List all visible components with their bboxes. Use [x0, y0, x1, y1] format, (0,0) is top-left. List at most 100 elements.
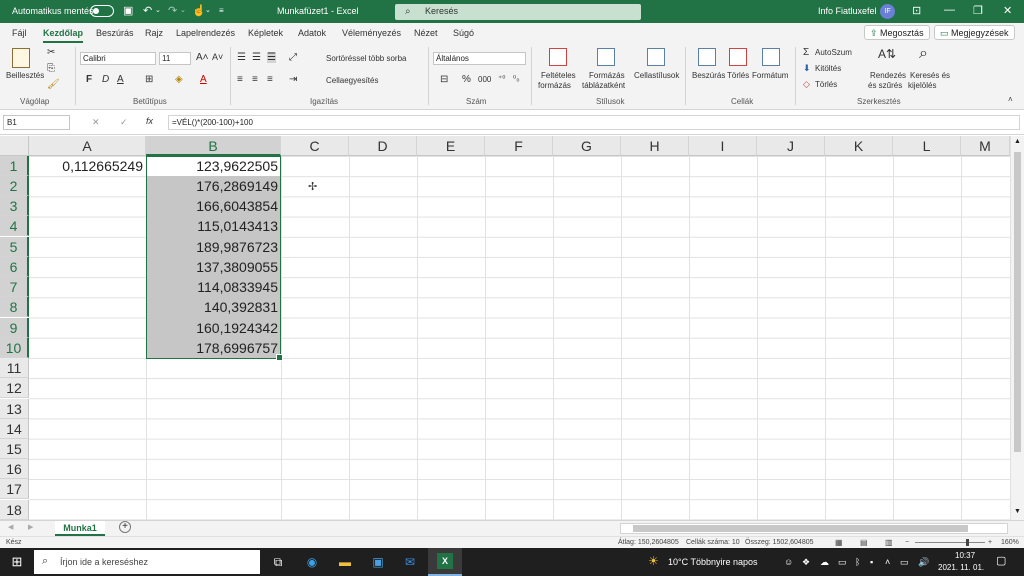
touch-mode-icon[interactable]: ☝ — [192, 4, 206, 18]
normal-view-icon[interactable]: ▦ — [835, 538, 843, 547]
cell-b2[interactable]: 176,2869149 — [146, 176, 281, 196]
user-name[interactable]: Info Fiatluxefel — [818, 6, 877, 16]
thousands-button[interactable]: 000 — [478, 75, 491, 84]
column-header-e[interactable]: E — [417, 136, 485, 156]
row-header-16[interactable]: 16 — [0, 459, 29, 479]
column-header-l[interactable]: L — [893, 136, 961, 156]
store-icon[interactable]: ▣ — [368, 552, 388, 572]
comments-button[interactable]: ▭ Megjegyzések — [934, 25, 1015, 40]
fill-icon[interactable]: ⬇ — [803, 63, 811, 74]
zoom-slider-handle[interactable] — [966, 539, 969, 546]
zoom-slider[interactable] — [915, 542, 985, 543]
increase-font-icon[interactable]: A˄ — [196, 52, 209, 63]
column-header-k[interactable]: K — [825, 136, 893, 156]
edge-icon[interactable]: ◉ — [302, 552, 322, 572]
minimize-icon[interactable]: — — [944, 4, 955, 16]
italic-button[interactable]: D — [102, 74, 109, 85]
clear-icon[interactable]: ◇ — [803, 79, 810, 90]
conditional-format-line2[interactable]: formázás — [538, 81, 571, 90]
folder-tray-icon[interactable]: ▭ — [838, 557, 847, 568]
bluetooth-icon[interactable]: ᛒ — [855, 557, 860, 567]
sort-filter-line2[interactable]: és szűrés — [868, 81, 902, 90]
row-header-6[interactable]: 6 — [0, 257, 29, 277]
collapse-ribbon-icon[interactable]: ˄ — [1008, 95, 1013, 104]
cell-b8[interactable]: 140,392831 — [146, 297, 281, 317]
scroll-up-icon[interactable]: ▲ — [1014, 138, 1021, 145]
borders-icon[interactable]: ⊞ — [145, 74, 153, 85]
row-header-5[interactable]: 5 — [0, 237, 29, 257]
cell-b9[interactable]: 160,1924342 — [146, 318, 281, 338]
tab-view[interactable]: Nézet — [414, 28, 438, 38]
insert-cells-button[interactable]: Beszúrás — [692, 71, 725, 80]
search-box[interactable]: ⌕ Keresés — [395, 4, 641, 20]
cell-b6[interactable]: 137,3809055 — [146, 257, 281, 277]
insert-cells-icon[interactable] — [698, 48, 716, 66]
format-painter-icon[interactable]: 🖌 — [47, 79, 60, 90]
column-header-i[interactable]: I — [689, 136, 757, 156]
row-header-14[interactable]: 14 — [0, 419, 29, 439]
indent-icon[interactable]: ⇥ — [289, 74, 297, 85]
page-layout-view-icon[interactable]: ▤ — [860, 538, 868, 547]
merge-cells-button[interactable]: Cellaegyesítés — [326, 76, 378, 85]
decrease-decimal-icon[interactable]: ⁰₀ — [513, 74, 520, 83]
align-bottom-icon[interactable]: ☰ — [267, 52, 276, 63]
wrap-text-button[interactable]: Sortöréssel több sorba — [326, 54, 407, 63]
undo-icon[interactable]: ↶ — [143, 4, 152, 18]
mail-icon[interactable]: ✉ — [400, 552, 420, 572]
add-sheet-button[interactable]: + — [119, 521, 131, 533]
align-top-icon[interactable]: ☰ — [237, 52, 246, 63]
enter-icon[interactable]: ✓ — [120, 117, 128, 128]
copy-icon[interactable]: ⎘ — [47, 63, 55, 74]
restore-icon[interactable]: ❐ — [973, 4, 983, 17]
close-icon[interactable]: ✕ — [1003, 4, 1012, 17]
zoom-out-icon[interactable]: − — [905, 539, 909, 546]
show-hidden-icons[interactable]: ˄ — [885, 557, 890, 567]
align-right-icon[interactable]: ≡ — [267, 74, 273, 85]
tab-insert[interactable]: Beszúrás — [96, 28, 134, 38]
avatar[interactable]: IF — [880, 4, 895, 19]
formula-input[interactable]: =VÉL()*(200-100)+100 — [168, 115, 1020, 130]
tab-page-layout[interactable]: Lapelrendezés — [176, 28, 235, 38]
increase-decimal-icon[interactable]: ⁺⁰ — [498, 74, 505, 83]
cell-b3[interactable]: 166,6043854 — [146, 196, 281, 216]
row-header-3[interactable]: 3 — [0, 196, 29, 216]
sort-filter-icon[interactable]: A⇅ — [878, 47, 896, 61]
decrease-font-icon[interactable]: A˅ — [212, 52, 223, 62]
cancel-icon[interactable]: ✕ — [92, 117, 100, 128]
cell-b7[interactable]: 114,0833945 — [146, 277, 281, 297]
fill-color-icon[interactable]: ◈ — [175, 74, 183, 85]
zoom-in-icon[interactable]: + — [988, 539, 992, 546]
percent-button[interactable]: % — [462, 74, 471, 85]
row-header-11[interactable]: 11 — [0, 358, 29, 378]
underline-button[interactable]: A — [117, 74, 124, 85]
onedrive-icon[interactable]: ☁ — [820, 557, 829, 568]
clear-button[interactable]: Törlés — [815, 80, 837, 89]
column-header-d[interactable]: D — [349, 136, 417, 156]
font-name-dropdown[interactable]: Calibri — [80, 52, 156, 65]
row-header-12[interactable]: 12 — [0, 378, 29, 398]
name-box[interactable]: B1 — [3, 115, 70, 130]
redo-icon[interactable]: ↷ — [168, 4, 177, 18]
paste-icon[interactable] — [12, 48, 30, 68]
row-header-8[interactable]: 8 — [0, 297, 29, 317]
cell-a1[interactable]: 0,112665249 — [29, 156, 146, 176]
bold-button[interactable]: F — [86, 74, 92, 85]
weather-text[interactable]: 10°C Többnyire napos — [668, 557, 758, 567]
column-header-h[interactable]: H — [621, 136, 689, 156]
tab-help[interactable]: Súgó — [453, 28, 474, 38]
row-header-17[interactable]: 17 — [0, 479, 29, 499]
format-table-line2[interactable]: táblázatként — [582, 81, 625, 90]
insert-function-button[interactable]: fx — [146, 116, 153, 126]
zoom-level[interactable]: 160% — [1001, 539, 1019, 546]
tab-formulas[interactable]: Képletek — [248, 28, 283, 38]
vertical-scrollbar[interactable]: ▲ ▼ — [1010, 136, 1024, 520]
align-center-icon[interactable]: ≡ — [252, 74, 258, 85]
clock-date[interactable]: 2021. 11. 01. — [938, 563, 984, 572]
file-explorer-icon[interactable]: ▬ — [335, 552, 355, 572]
page-break-view-icon[interactable]: ▥ — [885, 538, 893, 547]
windows-start-icon[interactable]: ⊞ — [7, 552, 27, 572]
undo-dropdown-icon[interactable]: ⌄ — [155, 4, 161, 18]
font-size-dropdown[interactable]: 11 — [159, 52, 191, 65]
tab-home[interactable]: Kezdőlap — [43, 28, 84, 43]
fill-button[interactable]: Kitöltés — [815, 64, 841, 73]
